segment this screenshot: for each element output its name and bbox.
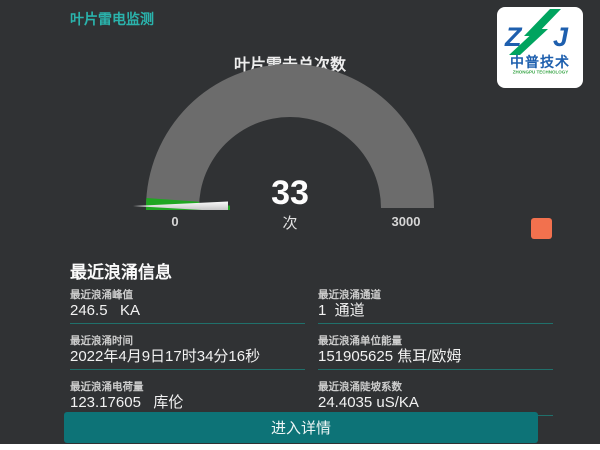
logo-company-name-en: ZHONGPU TECHNOLOGY (512, 70, 568, 75)
field-label: 最近浪涌陡坡系数 (318, 381, 553, 394)
logo-emblem-icon: Z J (504, 9, 576, 55)
field-value: 2022年4月9日17时34分16秒 (70, 348, 305, 365)
logo-company-name: 中普技术 (510, 55, 570, 70)
field-label: 最近浪涌峰值 (70, 289, 305, 302)
surge-info-section: 最近浪涌信息 最近浪涌峰值 246.5 KA 最近浪涌通道 1 通道 最近浪涌时… (70, 258, 553, 416)
field-label: 最近浪涌通道 (318, 289, 553, 302)
gauge-value: 33 (190, 176, 390, 210)
gauge-min-label: 0 (145, 214, 205, 229)
company-logo: Z J 中普技术 ZHONGPU TECHNOLOGY (497, 7, 583, 88)
field-value: 151905625 焦耳/欧姆 (318, 348, 553, 365)
field-value: 246.5 KA (70, 302, 305, 319)
field-surge-time: 最近浪涌时间 2022年4月9日17时34分16秒 (70, 335, 305, 370)
surge-field-grid: 最近浪涌峰值 246.5 KA 最近浪涌通道 1 通道 最近浪涌时间 2022年… (70, 289, 553, 416)
field-label: 最近浪涌单位能量 (318, 335, 553, 348)
field-surge-unit-energy: 最近浪涌单位能量 151905625 焦耳/欧姆 (318, 335, 553, 370)
field-surge-channel: 最近浪涌通道 1 通道 (318, 289, 553, 324)
gauge-max-label: 3000 (376, 214, 436, 229)
field-surge-charge: 最近浪涌电荷量 123.17605 库伦 (70, 381, 305, 416)
logo-letter-j: J (553, 22, 569, 52)
dashboard-panel: 叶片雷电监测 Z J 中普技术 ZHONGPU TECHNOLOGY 叶片雷击总… (0, 0, 600, 444)
gauge-unit: 次 (190, 212, 390, 233)
field-label: 最近浪涌电荷量 (70, 381, 305, 394)
field-surge-peak: 最近浪涌峰值 246.5 KA (70, 289, 305, 324)
legend-marker[interactable] (531, 218, 552, 239)
field-label: 最近浪涌时间 (70, 335, 305, 348)
field-value: 24.4035 uS/KA (318, 394, 553, 411)
enter-details-button[interactable]: 进入详情 (64, 412, 538, 443)
field-value: 123.17605 库伦 (70, 394, 305, 411)
field-value: 1 通道 (318, 302, 553, 319)
page-title: 叶片雷电监测 (70, 9, 154, 29)
surge-section-title: 最近浪涌信息 (70, 258, 553, 283)
field-surge-slope-coefficient: 最近浪涌陡坡系数 24.4035 uS/KA (318, 381, 553, 416)
